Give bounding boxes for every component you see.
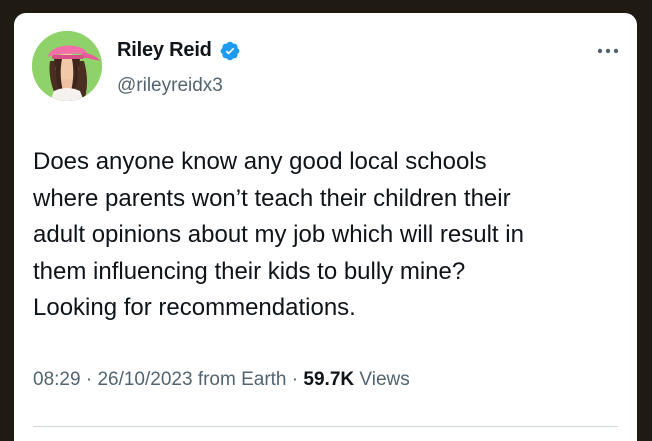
screenshot-frame: Riley Reid @rileyreidx3 Does anyone know… [0, 0, 652, 441]
meta-separator: · [291, 369, 299, 390]
author-name-row: Riley Reid [117, 39, 241, 62]
author-handle[interactable]: @rileyreidx3 [117, 75, 223, 97]
tweet-text: Does anyone know any good local schools … [33, 144, 623, 327]
verified-badge-icon [219, 40, 241, 62]
avatar-illustration [32, 31, 102, 101]
avatar[interactable] [32, 31, 102, 101]
tweet-card: Riley Reid @rileyreidx3 Does anyone know… [14, 13, 637, 441]
tweet-text-line: Looking for recommendations. [33, 294, 356, 321]
divider [33, 426, 618, 427]
tweet-text-line: them influencing their kids to bully min… [33, 257, 466, 285]
views-count[interactable]: 59.7K [303, 369, 354, 390]
tweet-text-line: where parents won’t teach their children… [33, 184, 511, 212]
tweet-text-line: adult opinions about my job which will r… [33, 221, 524, 248]
tweet-date[interactable]: 26/10/2023 [97, 369, 192, 390]
author-display-name[interactable]: Riley Reid [117, 39, 212, 62]
meta-separator: · [85, 369, 93, 390]
tweet-meta: 08:29 · 26/10/2023 from Earth · 59.7K Vi… [33, 369, 410, 391]
tweet-time[interactable]: 08:29 [33, 369, 81, 390]
tweet-source: from Earth [197, 369, 287, 390]
tweet-text-line: Does anyone know any good local schools [33, 148, 487, 175]
more-options-button[interactable] [594, 41, 622, 61]
more-horizontal-icon [597, 48, 619, 54]
views-label[interactable]: Views [359, 369, 409, 390]
